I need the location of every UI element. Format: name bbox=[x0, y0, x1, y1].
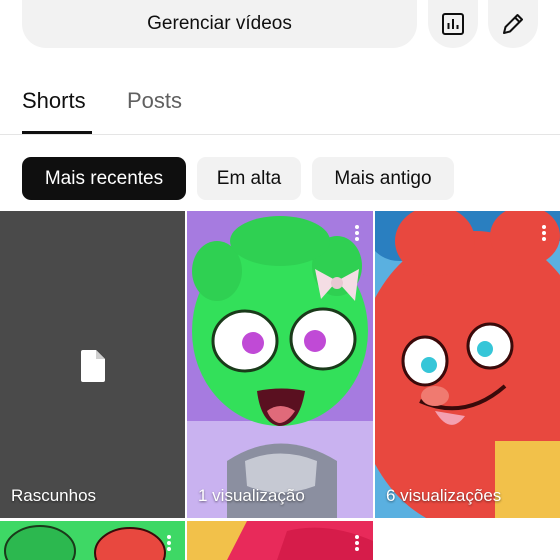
video-thumbnail bbox=[187, 211, 373, 518]
drafts-label: Rascunhos bbox=[11, 486, 97, 505]
manage-videos-button[interactable]: Gerenciar vídeos bbox=[22, 0, 417, 48]
more-options-icon[interactable] bbox=[355, 225, 359, 241]
analytics-icon bbox=[442, 13, 464, 35]
video-thumbnail bbox=[375, 211, 560, 518]
more-options-icon[interactable] bbox=[167, 535, 171, 551]
short-tile[interactable]: 1 visualização bbox=[187, 211, 373, 518]
tabs-divider bbox=[0, 134, 560, 135]
short-tile[interactable] bbox=[187, 521, 373, 560]
filter-chip-most-recent[interactable]: Mais recentes bbox=[22, 157, 186, 200]
views-label: 1 visualização bbox=[198, 486, 305, 505]
draft-file-icon bbox=[81, 350, 105, 382]
pencil-icon bbox=[503, 14, 523, 34]
short-tile[interactable]: 6 visualizações bbox=[375, 211, 560, 518]
short-tile[interactable] bbox=[0, 521, 185, 560]
more-options-icon[interactable] bbox=[542, 225, 546, 241]
video-thumbnail bbox=[187, 521, 373, 560]
filter-chip-trending[interactable]: Em alta bbox=[197, 157, 301, 200]
more-options-icon[interactable] bbox=[355, 535, 359, 551]
manage-videos-label: Gerenciar vídeos bbox=[147, 13, 292, 34]
tab-posts[interactable]: Posts bbox=[127, 88, 182, 114]
filter-chip-oldest[interactable]: Mais antigo bbox=[312, 157, 454, 200]
analytics-button[interactable] bbox=[428, 0, 478, 48]
views-label: 6 visualizações bbox=[386, 486, 502, 505]
content-tabs: Shorts Posts bbox=[0, 78, 560, 134]
drafts-tile[interactable]: Rascunhos bbox=[0, 211, 185, 518]
edit-button[interactable] bbox=[488, 0, 538, 48]
video-thumbnail bbox=[0, 521, 185, 560]
tab-shorts[interactable]: Shorts bbox=[22, 88, 86, 114]
